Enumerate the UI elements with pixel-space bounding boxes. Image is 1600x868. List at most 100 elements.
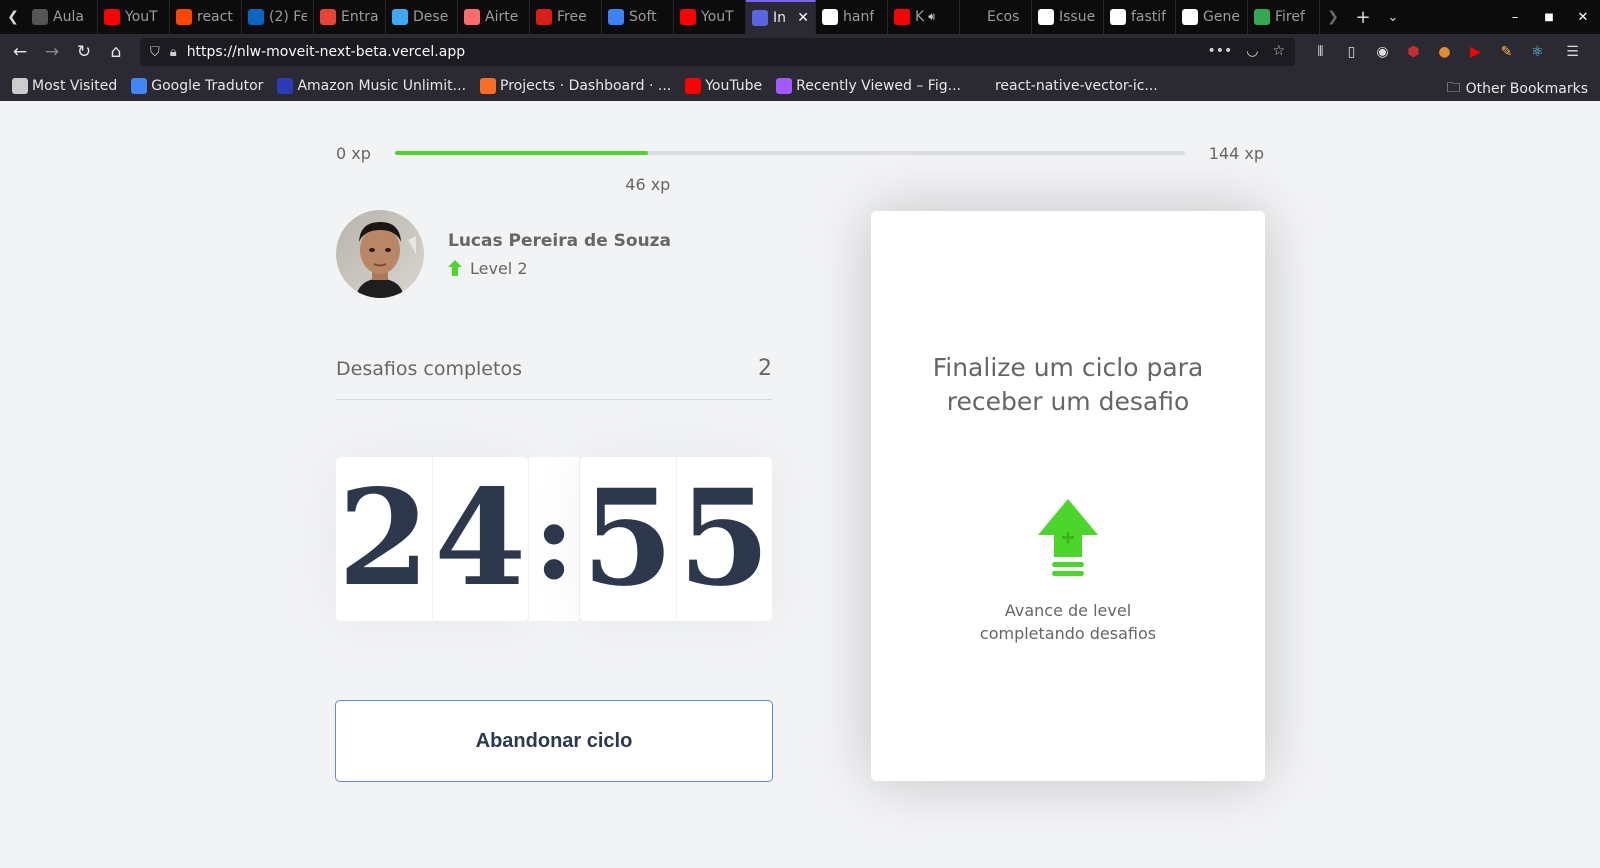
browser-tab[interactable]: Firef bbox=[1248, 0, 1320, 34]
profile-info: Lucas Pereira de Souza Level 2 bbox=[448, 231, 671, 278]
toolbar-extensions: ⫴ ▯ ◉ ⬢ ● ▶ ✎ ⚛ ☰ bbox=[1305, 34, 1588, 70]
gear-icon bbox=[12, 77, 28, 94]
browser-tab[interactable]: Airte bbox=[458, 0, 530, 34]
browser-tab[interactable]: fastif bbox=[1104, 0, 1176, 34]
youtube-icon bbox=[685, 77, 702, 94]
browser-tab[interactable]: Dese bbox=[386, 0, 458, 34]
page-actions-icon[interactable]: ••• bbox=[1207, 43, 1232, 59]
github-icon bbox=[1110, 9, 1126, 25]
pocket-icon[interactable]: ◡ bbox=[1246, 43, 1258, 59]
browser-tab[interactable]: (2) Fe bbox=[242, 0, 314, 34]
youtube-icon bbox=[104, 9, 120, 25]
home-icon[interactable]: ⌂ bbox=[100, 42, 132, 62]
freesms-icon bbox=[536, 9, 552, 25]
sidebar-icon[interactable]: ▯ bbox=[1336, 44, 1367, 60]
close-tab-icon[interactable]: ✕ bbox=[797, 10, 809, 26]
list-all-tabs-icon[interactable]: ⌄ bbox=[1378, 10, 1408, 25]
browser-tab[interactable]: Gene bbox=[1176, 0, 1248, 34]
forward-icon[interactable]: → bbox=[36, 42, 68, 62]
tab-label: Soft bbox=[629, 9, 657, 25]
bookmark-label: Google Tradutor bbox=[151, 77, 264, 94]
tab-label: Gene bbox=[1203, 9, 1240, 25]
bookmark-item[interactable]: Most Visited bbox=[12, 77, 117, 94]
xp-progress-fill bbox=[395, 151, 648, 155]
navigation-bar: ← → ↻ ⌂ ⛉ 🔒︎ https://nlw-moveit-next-bet… bbox=[0, 34, 1600, 70]
reload-icon[interactable]: ↻ bbox=[68, 42, 100, 62]
browser-tab[interactable]: K 🔊︎ bbox=[888, 0, 960, 34]
bookmark-item[interactable]: Projects · Dashboard · ... bbox=[480, 77, 671, 94]
amazon-music-icon bbox=[277, 77, 294, 94]
second-digit-left: 5 bbox=[581, 461, 674, 616]
tab-label: Aula bbox=[53, 9, 84, 25]
bookmark-label: Amazon Music Unlimit... bbox=[297, 77, 467, 94]
bookmark-item[interactable]: Google Tradutor bbox=[131, 77, 264, 94]
level-up-icon bbox=[1038, 499, 1098, 576]
library-icon[interactable]: ⫴ bbox=[1305, 44, 1336, 60]
xp-min-label: 0 xp bbox=[336, 144, 371, 163]
level-label: Level 2 bbox=[470, 258, 528, 278]
tab-scroll-left-icon[interactable]: ❮ bbox=[0, 0, 26, 34]
level-up-arrow-icon bbox=[448, 260, 462, 276]
tab-label: hanf bbox=[843, 9, 875, 25]
bookmarks-bar: Most Visited Google Tradutor Amazon Music … bbox=[0, 70, 1600, 101]
speaker-icon[interactable]: 🔊︎ bbox=[928, 10, 935, 24]
tab-strip: Aula YouT react (2) Fe Entra Dese Airte Free Sof… bbox=[26, 0, 1320, 34]
tab-label: (2) Fe bbox=[269, 9, 307, 25]
cube-icon bbox=[608, 9, 624, 25]
tab-actions: + ⌄ bbox=[1348, 7, 1408, 28]
bookmark-label: YouTube bbox=[705, 77, 763, 94]
generic-page-icon bbox=[32, 9, 48, 25]
browser-tab[interactable]: hanf bbox=[816, 0, 888, 34]
challenge-box-title: Finalize um ciclo para receber um desafi… bbox=[932, 353, 1204, 416]
gem-icon bbox=[1182, 9, 1198, 25]
browser-tab[interactable]: Free bbox=[530, 0, 602, 34]
browser-tab[interactable]: YouT bbox=[98, 0, 170, 34]
other-bookmarks[interactable]: 🗀 Other Bookmarks bbox=[1447, 77, 1588, 101]
pen-extension-icon[interactable]: ✎ bbox=[1491, 44, 1522, 60]
menu-icon[interactable]: ☰ bbox=[1557, 44, 1588, 60]
new-tab-icon[interactable]: + bbox=[1348, 7, 1378, 28]
address-bar[interactable]: ⛉ 🔒︎ https://nlw-moveit-next-beta.vercel… bbox=[140, 38, 1295, 66]
xp-max-label: 144 xp bbox=[1208, 144, 1264, 163]
tab-label: YouT bbox=[701, 9, 734, 25]
browser-tab[interactable]: In ✕ bbox=[746, 0, 816, 34]
tab-label: react bbox=[197, 9, 233, 25]
tracking-shield-icon[interactable]: ⛉ bbox=[150, 45, 160, 60]
minimize-icon[interactable]: – bbox=[1498, 10, 1532, 25]
bookmark-label: Recently Viewed – Fig... bbox=[796, 77, 961, 94]
ublock-icon[interactable]: ⬢ bbox=[1398, 44, 1429, 60]
browser-tab[interactable]: Soft bbox=[602, 0, 674, 34]
completed-challenges: Desafios completos 2 bbox=[336, 352, 772, 400]
account-icon[interactable]: ◉ bbox=[1367, 44, 1398, 60]
browser-tab[interactable]: Aula bbox=[26, 0, 98, 34]
bookmark-item[interactable]: YouTube bbox=[685, 77, 763, 94]
bookmark-item[interactable]: Amazon Music Unlimit... bbox=[277, 77, 467, 94]
gitlab-icon bbox=[480, 77, 497, 94]
browser-tab[interactable]: react bbox=[170, 0, 242, 34]
react-devtools-icon[interactable]: ⚛ bbox=[1522, 44, 1553, 60]
tab-scroll-right-icon[interactable]: ❯ bbox=[1320, 0, 1346, 34]
browser-tab[interactable]: Issue bbox=[1032, 0, 1104, 34]
tab-label: In bbox=[773, 10, 787, 26]
bookmark-item[interactable]: Recently Viewed – Fig... bbox=[776, 77, 961, 94]
lock-icon[interactable]: 🔒︎ bbox=[170, 45, 177, 60]
url-text[interactable]: https://nlw-moveit-next-beta.vercel.app bbox=[187, 44, 465, 60]
completed-challenges-count: 2 bbox=[758, 356, 772, 381]
bookmark-label: react-native-vector-ic... bbox=[994, 77, 1158, 94]
youtube-extension-icon[interactable]: ▶ bbox=[1460, 44, 1491, 60]
browser-tab[interactable]: Ecos bbox=[960, 0, 1032, 34]
profile-name: Lucas Pereira de Souza bbox=[448, 230, 672, 251]
back-icon[interactable]: ← bbox=[4, 42, 36, 62]
browser-tab[interactable]: YouT bbox=[674, 0, 746, 34]
bookmark-star-icon[interactable]: ☆ bbox=[1272, 43, 1285, 59]
gmail-icon bbox=[320, 9, 336, 25]
maximize-icon[interactable]: ■ bbox=[1532, 12, 1566, 23]
abandon-cycle-button[interactable]: Abandonar ciclo bbox=[335, 700, 773, 782]
bookmark-item[interactable]: react-native-vector-ic... bbox=[974, 77, 1158, 94]
browser-tab[interactable]: Entra bbox=[314, 0, 386, 34]
experience-bar: 0 xp 46 xp 144 xp bbox=[336, 140, 1264, 194]
dark-reader-icon[interactable]: ● bbox=[1429, 44, 1460, 60]
figma-icon bbox=[776, 77, 793, 94]
close-window-icon[interactable]: ✕ bbox=[1566, 10, 1600, 25]
tab-label: Firef bbox=[1275, 9, 1305, 25]
